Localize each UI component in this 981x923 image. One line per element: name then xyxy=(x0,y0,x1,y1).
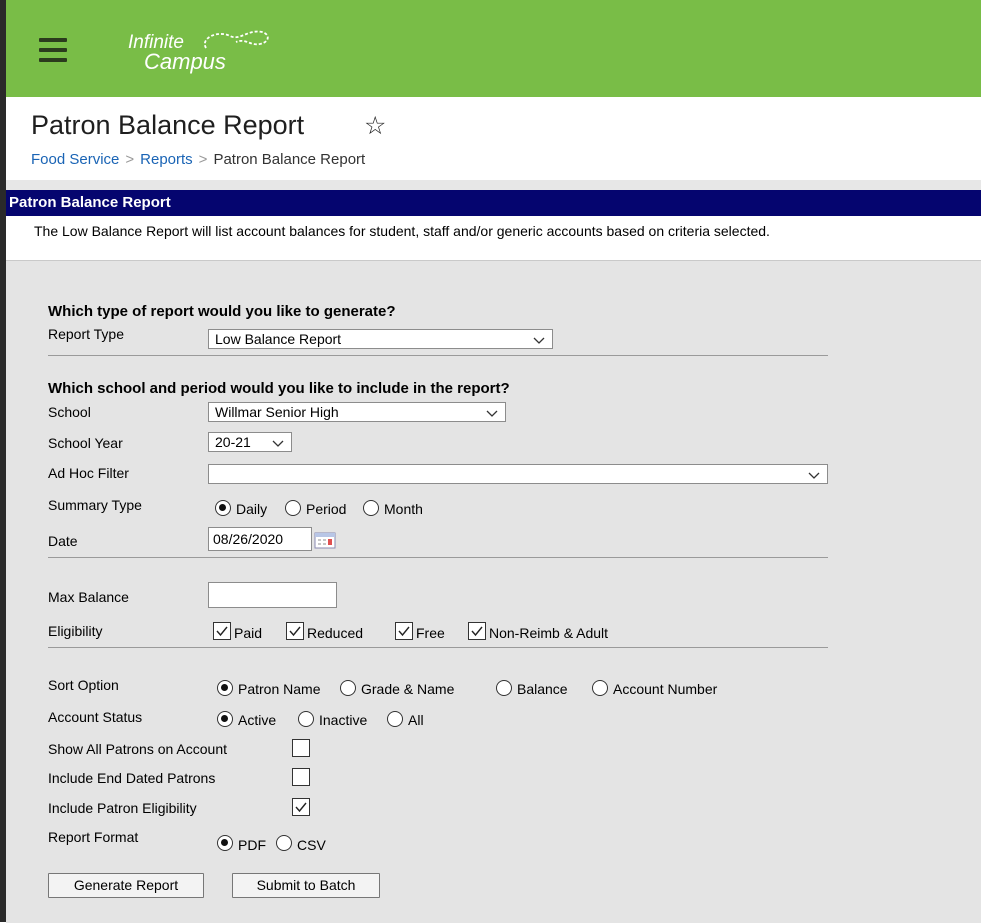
max-balance-label: Max Balance xyxy=(48,589,129,605)
summary-daily-label: Daily xyxy=(236,501,268,517)
section-school-heading: Which school and period would you like t… xyxy=(48,380,510,397)
eligibility-nonreimb-label: Non-Reimb & Adult xyxy=(489,625,609,641)
chevron-down-icon xyxy=(486,403,498,421)
divider-band xyxy=(6,180,981,190)
section-divider xyxy=(48,355,828,356)
school-label: School xyxy=(48,404,91,420)
summary-month-radio[interactable] xyxy=(363,500,379,516)
school-year-select[interactable]: 20-21 xyxy=(208,432,292,452)
sort-account-number-label: Account Number xyxy=(613,681,718,697)
page-header: Patron Balance Report ☆ Food Service > Rep… xyxy=(6,97,981,180)
sort-patron-name-label: Patron Name xyxy=(238,681,321,697)
chevron-down-icon xyxy=(808,465,820,483)
report-format-label: Report Format xyxy=(48,829,139,845)
breadcrumb-separator-icon: > xyxy=(125,151,135,168)
breadcrumb-current: Patron Balance Report xyxy=(213,151,366,168)
sort-balance-radio[interactable] xyxy=(496,680,512,696)
eligibility-free-checkbox[interactable] xyxy=(395,622,413,640)
summary-month-label: Month xyxy=(384,501,423,517)
report-type-select[interactable]: Low Balance Report xyxy=(208,329,553,349)
eligibility-nonreimb-checkbox[interactable] xyxy=(468,622,486,640)
date-input[interactable]: 08/26/2020 xyxy=(208,527,312,551)
account-status-label: Account Status xyxy=(48,709,143,725)
status-all-radio[interactable] xyxy=(387,711,403,727)
adhoc-filter-label: Ad Hoc Filter xyxy=(48,465,129,481)
sort-option-label: Sort Option xyxy=(48,677,119,693)
sort-patron-name-radio[interactable] xyxy=(217,680,233,696)
sort-account-number-radio[interactable] xyxy=(592,680,608,696)
status-active-radio[interactable] xyxy=(217,711,233,727)
report-form: Which type of report would you like to g… xyxy=(6,260,981,923)
chevron-down-icon xyxy=(272,433,284,451)
format-pdf-radio[interactable] xyxy=(217,835,233,851)
panel-title: Patron Balance Report xyxy=(6,190,981,216)
breadcrumb-food-service[interactable]: Food Service xyxy=(31,151,119,168)
school-year-label: School Year xyxy=(48,435,123,451)
top-bar: Infinite Campus xyxy=(6,0,981,97)
page-title: Patron Balance Report xyxy=(31,110,305,140)
school-value: Willmar Senior High xyxy=(215,404,339,420)
panel-description: The Low Balance Report will list account… xyxy=(34,223,770,239)
eligibility-free-label: Free xyxy=(416,625,445,641)
section-divider xyxy=(48,557,828,558)
format-pdf-label: PDF xyxy=(238,837,266,853)
status-inactive-label: Inactive xyxy=(319,712,368,728)
end-dated-checkbox[interactable] xyxy=(292,768,310,786)
date-label: Date xyxy=(48,533,78,549)
favorite-star-icon[interactable]: ☆ xyxy=(364,111,386,141)
report-type-label: Report Type xyxy=(48,326,125,342)
calendar-icon[interactable] xyxy=(314,531,336,549)
summary-period-radio[interactable] xyxy=(285,500,301,516)
max-balance-input[interactable] xyxy=(208,582,337,608)
status-inactive-radio[interactable] xyxy=(298,711,314,727)
section-divider xyxy=(48,647,828,648)
generate-report-button[interactable]: Generate Report xyxy=(48,873,204,898)
format-csv-radio[interactable] xyxy=(276,835,292,851)
eligibility-reduced-label: Reduced xyxy=(307,625,364,641)
logo-swirl-icon xyxy=(203,30,269,49)
chevron-down-icon xyxy=(533,330,545,348)
eligibility-paid-label: Paid xyxy=(234,625,263,641)
status-all-label: All xyxy=(408,712,424,728)
school-year-value: 20-21 xyxy=(215,434,251,450)
school-select[interactable]: Willmar Senior High xyxy=(208,402,506,422)
sort-balance-label: Balance xyxy=(517,681,568,697)
eligibility-reduced-checkbox[interactable] xyxy=(286,622,304,640)
eligibility-label: Eligibility xyxy=(48,623,103,639)
breadcrumb: Food Service > Reports > Patron Balance Repo… xyxy=(31,151,365,168)
summary-daily-radio[interactable] xyxy=(215,500,231,516)
summary-period-label: Period xyxy=(306,501,347,517)
report-type-value: Low Balance Report xyxy=(215,331,342,347)
summary-type-label: Summary Type xyxy=(48,497,142,513)
show-all-patrons-checkbox[interactable] xyxy=(292,739,310,757)
status-active-label: Active xyxy=(238,712,277,728)
show-all-patrons-label: Show All Patrons on Account xyxy=(48,741,227,757)
patron-eligibility-checkbox[interactable] xyxy=(292,798,310,816)
infinite-campus-logo: Infinite Campus xyxy=(126,26,286,78)
breadcrumb-separator-icon: > xyxy=(198,151,208,168)
adhoc-filter-select[interactable] xyxy=(208,464,828,484)
end-dated-label: Include End Dated Patrons xyxy=(48,770,216,786)
breadcrumb-reports[interactable]: Reports xyxy=(140,151,193,168)
submit-to-batch-button[interactable]: Submit to Batch xyxy=(232,873,380,898)
section-report-type-heading: Which type of report would you like to g… xyxy=(48,303,396,320)
sort-grade-name-label: Grade & Name xyxy=(361,681,455,697)
patron-eligibility-label: Include Patron Eligibility xyxy=(48,800,197,816)
sort-grade-name-radio[interactable] xyxy=(340,680,356,696)
menu-icon[interactable] xyxy=(39,38,67,62)
eligibility-paid-checkbox[interactable] xyxy=(213,622,231,640)
format-csv-label: CSV xyxy=(297,837,326,853)
